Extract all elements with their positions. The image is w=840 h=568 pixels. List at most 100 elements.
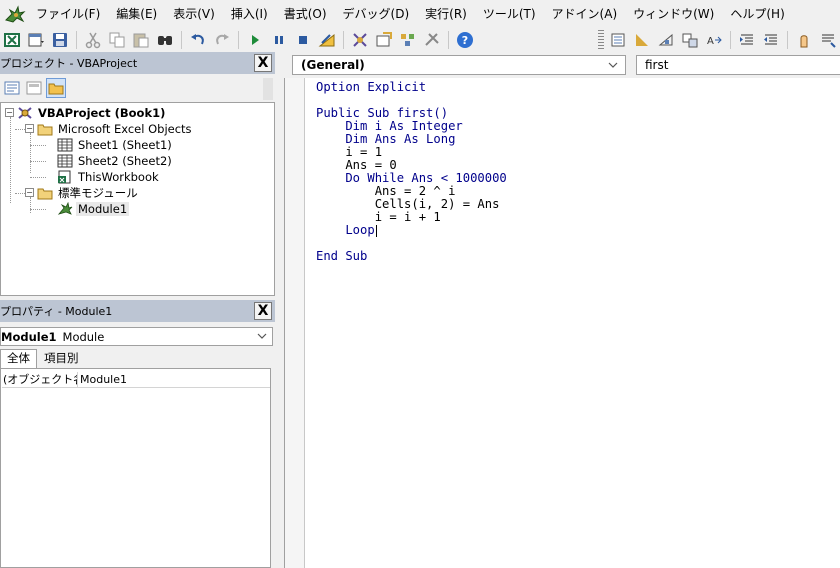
chevron-down-icon: [256, 329, 268, 346]
tree-line: [30, 133, 31, 173]
code-margin-indicator-bar[interactable]: [285, 78, 305, 568]
menu-item-2[interactable]: 表示(V): [165, 3, 223, 25]
procedure-combo-value: first: [645, 58, 669, 72]
code-line[interactable]: Loop: [316, 224, 507, 237]
cut-icon[interactable]: [83, 30, 103, 50]
expander-standard-module-icon[interactable]: −: [25, 188, 34, 197]
reset-icon[interactable]: [293, 30, 313, 50]
code-lines[interactable]: Option Explicit Public Sub first() Dim i …: [316, 81, 507, 263]
menu-item-6[interactable]: 実行(R): [417, 3, 475, 25]
object-browser-icon[interactable]: [398, 30, 418, 50]
find-icon[interactable]: [155, 30, 175, 50]
toggle-breakpoint-icon[interactable]: [794, 30, 814, 50]
tree-line: [30, 209, 46, 210]
tree-item-excel-objects[interactable]: Microsoft Excel Objects: [37, 121, 194, 137]
code-line-text: Option Explicit: [316, 80, 427, 94]
code-line[interactable]: End Sub: [316, 250, 507, 263]
menu-item-8[interactable]: アドイン(A): [544, 3, 626, 25]
toolbar-separator: [181, 31, 182, 49]
tree-item-module1[interactable]: Module1: [57, 201, 130, 217]
menu-bar: ファイル(F) 編集(E) 表示(V) 挿入(I) 書式(O) デバッグ(D) 実行(R) ツ…: [0, 0, 840, 28]
properties-object-select[interactable]: Module1 Module: [0, 327, 273, 346]
tree-item-label: Sheet2 (Sheet2): [78, 154, 172, 168]
list-properties-icon[interactable]: [632, 30, 652, 50]
menu-item-10[interactable]: ヘルプ(H): [722, 3, 792, 25]
project-panel-header: プロジェクト - VBAProject X: [0, 52, 275, 74]
tree-item-sheet2[interactable]: Sheet2 (Sheet2): [57, 153, 174, 169]
indent-list-icon[interactable]: [608, 30, 628, 50]
help-icon[interactable]: ?: [455, 30, 475, 50]
tree-item-thisworkbook[interactable]: ThisWorkbook: [57, 169, 161, 185]
view-code-icon[interactable]: [2, 78, 22, 98]
quick-info-icon[interactable]: [680, 30, 700, 50]
redo-icon[interactable]: [212, 30, 232, 50]
copy-icon[interactable]: [107, 30, 127, 50]
undo-icon[interactable]: [188, 30, 208, 50]
toolbar-separator: [730, 31, 731, 49]
code-line-text: Do While Ans < 1000000: [316, 171, 507, 185]
toolbar-separator: [238, 31, 239, 49]
excel-icon[interactable]: [2, 30, 22, 50]
paste-icon[interactable]: [131, 30, 151, 50]
tree-line: [30, 197, 31, 213]
outdent-icon[interactable]: [761, 30, 781, 50]
tree-item-sheet1[interactable]: Sheet1 (Sheet1): [57, 137, 174, 153]
properties-grid: (オブジェクト名) Module1: [0, 368, 271, 568]
toggle-folders-icon[interactable]: [46, 78, 66, 98]
tree-line: [30, 177, 46, 178]
insert-module-icon[interactable]: [26, 30, 46, 50]
menu-item-9[interactable]: ウィンドウ(W): [625, 3, 722, 25]
toolbox-icon[interactable]: [422, 30, 442, 50]
tree-item-standard-module[interactable]: 標準モジュール: [37, 185, 140, 201]
project-panel-scroll-icon[interactable]: [263, 78, 273, 100]
properties-icon[interactable]: [374, 30, 394, 50]
project-explorer-icon[interactable]: [350, 30, 370, 50]
code-line-text: Public Sub first(): [316, 106, 449, 120]
code-line-text: Cells(i, 2) = Ans: [316, 197, 500, 211]
tab-alphabetic[interactable]: 全体: [0, 349, 37, 368]
menu-item-7[interactable]: ツール(T): [475, 3, 544, 25]
vbe-app-icon[interactable]: [2, 3, 28, 25]
complete-word-icon[interactable]: A: [704, 30, 724, 50]
vbaproject-icon: [17, 106, 33, 120]
code-line[interactable]: Option Explicit: [316, 81, 507, 94]
code-line-text: End Sub: [316, 249, 368, 263]
procedure-combo[interactable]: first: [636, 55, 840, 75]
tab-categorized[interactable]: 項目別: [37, 349, 86, 368]
text-caret: [375, 224, 377, 237]
indent-icon[interactable]: [737, 30, 757, 50]
property-value[interactable]: Module1: [78, 372, 127, 387]
menu-item-1[interactable]: 編集(E): [108, 3, 165, 25]
menu-item-0[interactable]: ファイル(F): [28, 3, 108, 25]
save-icon[interactable]: [50, 30, 70, 50]
code-line-text: Dim Ans As Long: [316, 132, 456, 146]
menu-item-4[interactable]: 書式(O): [276, 3, 335, 25]
properties-panel-title: プロパティ - Module1: [0, 305, 113, 318]
code-line-text: Loop: [316, 223, 375, 237]
view-object-icon[interactable]: [24, 78, 44, 98]
properties-panel-close-button[interactable]: X: [254, 302, 272, 320]
expander-vbaproject-icon[interactable]: −: [5, 108, 14, 117]
menu-item-5[interactable]: デバッグ(D): [335, 3, 418, 25]
folder-icon: [37, 186, 53, 200]
property-row[interactable]: (オブジェクト名) Module1: [2, 372, 270, 388]
list-constants-icon[interactable]: [656, 30, 676, 50]
expander-excel-objects-icon[interactable]: −: [25, 124, 34, 133]
break-icon[interactable]: [269, 30, 289, 50]
run-icon[interactable]: [245, 30, 265, 50]
folder-icon: [37, 122, 53, 136]
tree-item-vbaproject[interactable]: VBAProject (Book1): [17, 105, 167, 121]
pane-splitter[interactable]: [275, 52, 284, 568]
tree-item-label: Sheet1 (Sheet1): [78, 138, 172, 152]
toolbar-grip[interactable]: [598, 30, 604, 50]
menu-item-3[interactable]: 挿入(I): [223, 3, 276, 25]
code-editor[interactable]: Option Explicit Public Sub first() Dim i …: [284, 78, 840, 568]
code-line-text: i = 1: [316, 145, 383, 159]
object-combo[interactable]: (General): [292, 55, 626, 75]
tree-item-label: VBAProject (Book1): [38, 106, 166, 120]
svg-text:?: ?: [462, 34, 468, 47]
design-mode-icon[interactable]: [317, 30, 337, 50]
project-panel-close-button[interactable]: X: [254, 54, 272, 72]
comment-block-icon[interactable]: [818, 30, 838, 50]
svg-text:A: A: [707, 36, 714, 47]
